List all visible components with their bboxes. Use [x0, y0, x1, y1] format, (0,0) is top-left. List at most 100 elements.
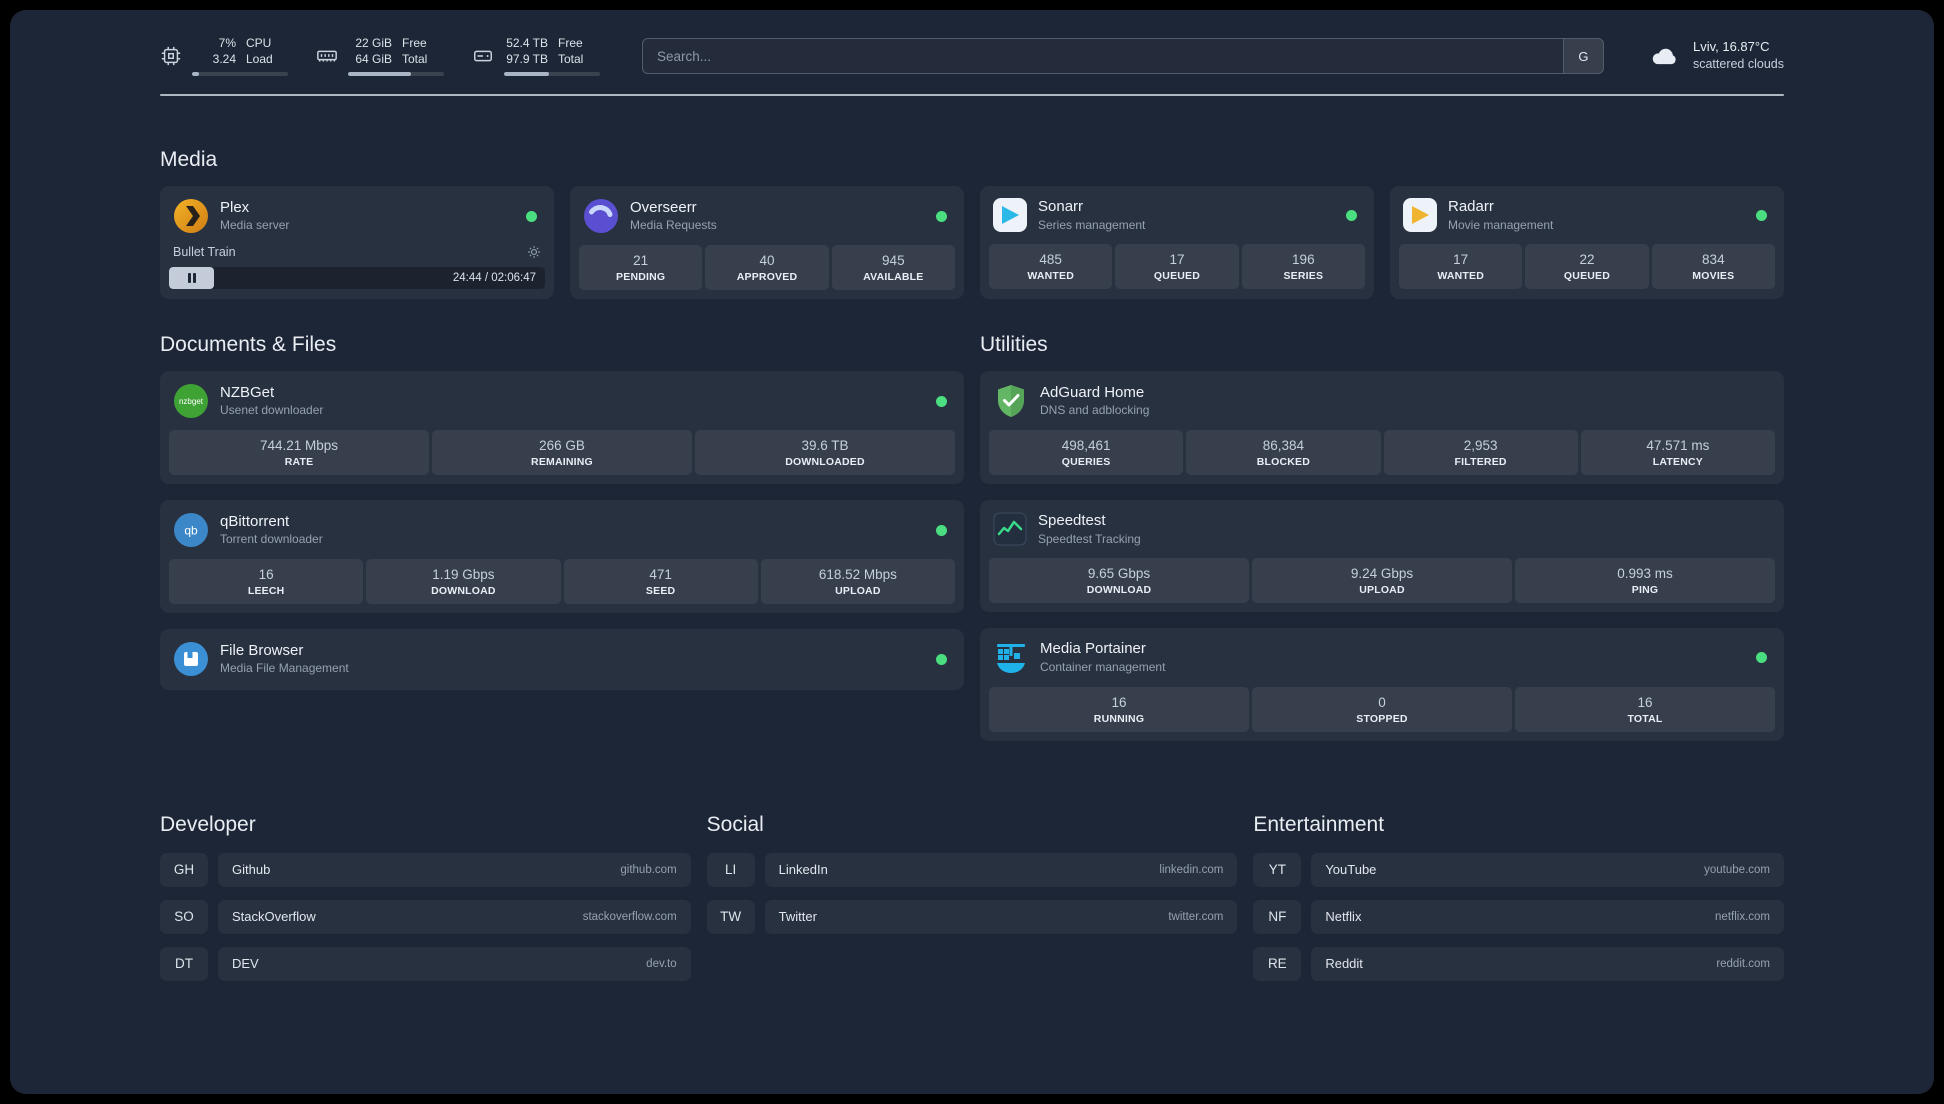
- stat-download: 9.65 Gbps DOWNLOAD: [989, 557, 1249, 603]
- service-description: Media server: [220, 218, 290, 233]
- service-card-overseerr[interactable]: Overseerr Media Requests 21 PENDING 40 A…: [570, 186, 964, 299]
- service-card-adguard[interactable]: AdGuard Home DNS and adblocking 498,461 …: [980, 371, 1784, 484]
- bookmark-url: linkedin.com: [1159, 863, 1224, 876]
- bookmark-url: twitter.com: [1168, 910, 1224, 923]
- cpu-load-value: 3.24: [212, 52, 236, 66]
- topbar-divider: [160, 94, 1784, 96]
- service-description: Speedtest Tracking: [1038, 531, 1141, 546]
- stat-ping: 0.993 ms PING: [1515, 557, 1775, 603]
- bookmark-netflix[interactable]: NF Netflix netflix.com: [1253, 899, 1784, 934]
- section-title-documents: Documents & Files: [160, 333, 337, 356]
- bookmark-url: youtube.com: [1704, 863, 1770, 876]
- memory-free-value: 22 GiB: [355, 36, 392, 51]
- bookmark-name: StackOverflow: [232, 909, 316, 925]
- bookmark-abbr: NF: [1253, 899, 1302, 934]
- service-description: Container management: [1040, 660, 1166, 675]
- search-provider-button[interactable]: G: [1562, 39, 1603, 73]
- status-dot: [936, 210, 947, 222]
- bookmark-group-developer: Developer GH Github github.com SO StackO…: [160, 813, 691, 981]
- status-dot: [1756, 209, 1767, 221]
- stat-remaining: 266 GB REMAINING: [432, 430, 692, 475]
- cpu-icon: [160, 45, 182, 67]
- disk-free-label: Free: [558, 36, 583, 51]
- memory-free-label: Free: [402, 36, 427, 51]
- status-dot: [1346, 209, 1357, 221]
- bookmark-twitter[interactable]: TW Twitter twitter.com: [706, 899, 1238, 934]
- disk-progress-bar: [504, 71, 600, 76]
- topbar: 7% 3.24 CPU Load 22 GiB 64 GiB Free Tota…: [160, 30, 1784, 82]
- plex-icon: [173, 198, 209, 234]
- service-name: Sonarr: [1038, 198, 1084, 215]
- cpu-label: CPU: [246, 36, 272, 51]
- stat-upload: 618.52 Mbps UPLOAD: [760, 559, 955, 604]
- stat-rate: 744.21 Mbps RATE: [169, 430, 429, 475]
- cpu-load-label: Load: [246, 52, 273, 66]
- bookmark-stackoverflow[interactable]: SO StackOverflow stackoverflow.com: [160, 899, 691, 934]
- stat-series: 196 SERIES: [1241, 243, 1365, 289]
- settings-icon[interactable]: [527, 245, 541, 259]
- bookmark-group-entertainment: Entertainment YT YouTube youtube.com NF …: [1253, 813, 1784, 981]
- service-card-portainer[interactable]: Media Portainer Container management 16 …: [980, 627, 1784, 741]
- service-name: File Browser: [220, 641, 304, 659]
- bookmark-name: DEV: [232, 956, 259, 972]
- stat-queued: 17 QUEUED: [1115, 243, 1239, 289]
- speedtest-icon: [993, 512, 1027, 546]
- bookmark-url: reddit.com: [1716, 957, 1770, 970]
- svg-text:nzbget: nzbget: [179, 397, 204, 406]
- bookmark-dev[interactable]: DT DEV dev.to: [160, 946, 691, 981]
- bookmark-abbr: TW: [706, 899, 755, 934]
- player-progress-bar[interactable]: 24:44 / 02:06:47: [169, 267, 545, 289]
- filebrowser-icon: [173, 641, 209, 677]
- weather-widget: Lviv, 16.87°C scattered clouds: [1646, 38, 1784, 74]
- overseerr-icon: [583, 198, 619, 234]
- service-description: Usenet downloader: [220, 403, 324, 418]
- bookmark-name: YouTube: [1325, 862, 1377, 878]
- bookmark-linkedin[interactable]: LI LinkedIn linkedin.com: [706, 852, 1238, 887]
- service-card-radarr[interactable]: Radarr Movie management 17 WANTED 22 QUE…: [1390, 186, 1784, 299]
- service-card-filebrowser[interactable]: File Browser Media File Management: [160, 629, 964, 690]
- bookmark-abbr: SO: [160, 899, 208, 934]
- status-dot: [526, 210, 537, 222]
- stat-running: 16 RUNNING: [989, 686, 1249, 732]
- search-input[interactable]: [643, 48, 1563, 64]
- service-card-sonarr[interactable]: Sonarr Series management 485 WANTED 17 Q…: [980, 186, 1374, 299]
- disk-total-label: Total: [558, 52, 584, 66]
- stat-download: 1.19 Gbps DOWNLOAD: [366, 559, 561, 604]
- service-name: Media Portainer: [1040, 640, 1146, 658]
- service-card-speedtest[interactable]: Speedtest Speedtest Tracking 9.65 Gbps D…: [980, 500, 1784, 612]
- stat-approved: 40 APPROVED: [705, 245, 829, 290]
- section-utilities: Utilities AdGuard Home DNS and adblockin…: [980, 333, 1784, 741]
- service-card-nzbget[interactable]: nzbget NZBGet Usenet downloader 744.21 M…: [160, 371, 964, 484]
- bookmark-github[interactable]: GH Github github.com: [160, 852, 691, 887]
- cloud-icon: [1646, 42, 1682, 70]
- bookmark-reddit[interactable]: RE Reddit reddit.com: [1253, 946, 1784, 981]
- stat-seed: 471 SEED: [563, 559, 758, 604]
- service-name: NZBGet: [220, 383, 275, 401]
- service-card-plex[interactable]: Plex Media server Bullet Train 24:44 / 0…: [160, 186, 554, 299]
- qbittorrent-icon: qb: [173, 512, 209, 548]
- service-card-qbittorrent[interactable]: qb qBittorrent Torrent downloader 16 LEE…: [160, 500, 964, 613]
- dashboard: 7% 3.24 CPU Load 22 GiB 64 GiB Free Tota…: [10, 10, 1934, 1094]
- status-dot: [936, 524, 947, 536]
- disk-icon: [472, 45, 494, 67]
- section-title-developer: Developer: [160, 812, 256, 836]
- radarr-icon: [1403, 198, 1437, 233]
- service-name: AdGuard Home: [1040, 383, 1145, 401]
- status-dot: [936, 653, 947, 665]
- service-name: qBittorrent: [220, 512, 290, 530]
- stat-pending: 21 PENDING: [579, 245, 703, 290]
- service-description: Media File Management: [220, 661, 349, 676]
- disk-total-value: 97.9 TB: [506, 52, 548, 66]
- weather-location-temp: Lviv, 16.87°C: [1692, 39, 1770, 55]
- memory-icon: [316, 45, 338, 67]
- stat-filtered: 2,953 FILTERED: [1383, 430, 1578, 475]
- bookmark-url: github.com: [620, 863, 677, 876]
- portainer-icon: [993, 640, 1029, 676]
- stat-available: 945 AVAILABLE: [831, 245, 955, 290]
- bookmark-youtube[interactable]: YT YouTube youtube.com: [1253, 852, 1784, 887]
- section-title-entertainment: Entertainment: [1253, 812, 1385, 836]
- bookmark-url: netflix.com: [1715, 910, 1770, 923]
- service-name: Speedtest: [1038, 512, 1106, 529]
- stat-stopped: 0 STOPPED: [1252, 686, 1512, 732]
- section-title-social: Social: [706, 812, 764, 836]
